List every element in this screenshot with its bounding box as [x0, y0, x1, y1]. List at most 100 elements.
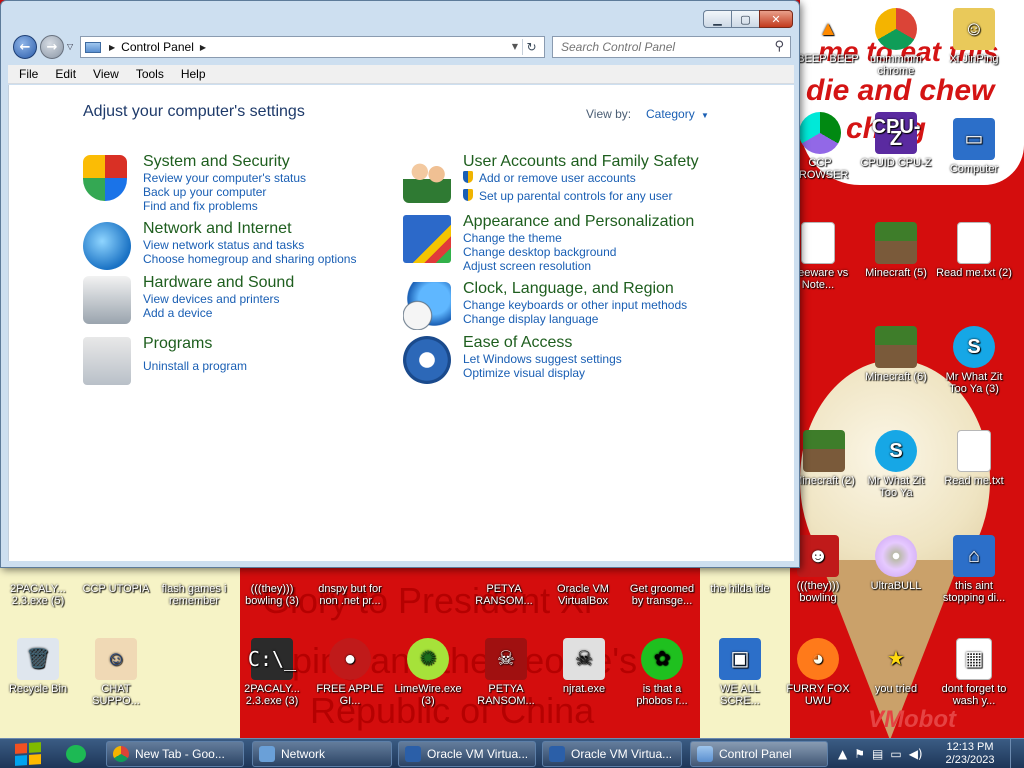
search-box[interactable]: ⚲: [552, 36, 791, 58]
menu-help[interactable]: Help: [181, 67, 206, 81]
shield-icon[interactable]: [83, 155, 127, 201]
category-title[interactable]: Appearance and Personalization: [463, 213, 694, 231]
menu-view[interactable]: View: [93, 67, 119, 81]
taskbar-button-control-panel[interactable]: Control Panel: [690, 741, 828, 767]
link-suggest-settings[interactable]: Let Windows suggest settings: [463, 352, 622, 366]
link-add-device[interactable]: Add a device: [143, 306, 212, 320]
desktop-icon[interactable]: ⌂ this aint stopping di...: [936, 535, 1012, 604]
desktop-icon-label-only[interactable]: Get groomed by transge...: [624, 583, 700, 607]
spotify-icon[interactable]: [66, 745, 86, 763]
desktop-icon[interactable]: ☺ CHAT SUPPO...: [78, 638, 154, 707]
desktop-icon[interactable]: S Mr What Zit Too Ya: [858, 430, 934, 499]
desktop-icon[interactable]: ☠ njrat.exe: [546, 638, 622, 695]
start-button[interactable]: [8, 740, 48, 768]
volume-icon[interactable]: ◀): [909, 747, 923, 761]
link-uninstall[interactable]: Uninstall a program: [143, 359, 247, 373]
link-screen-resolution[interactable]: Adjust screen resolution: [463, 259, 591, 273]
link-optimize-display[interactable]: Optimize visual display: [463, 366, 585, 380]
desktop-icon[interactable]: ● FREE APPLE GI...: [312, 638, 388, 707]
desktop-icon[interactable]: Read me.txt (2): [936, 222, 1012, 279]
globe-network-icon[interactable]: [83, 222, 131, 270]
monitor-paint-icon[interactable]: [403, 215, 451, 263]
clock-globe-icon[interactable]: [403, 282, 451, 330]
recent-pages-dropdown[interactable]: ▽: [67, 42, 73, 51]
minimize-button[interactable]: ▁: [703, 10, 731, 28]
address-bar[interactable]: ▶ Control Panel ▶ ▼ ↻: [80, 36, 545, 58]
desktop-icon-label-only[interactable]: Oracle VM VirtualBox: [545, 583, 621, 607]
maximize-button[interactable]: ▢: [731, 10, 759, 28]
desktop-icon-label-only[interactable]: CCP UTOPIA: [78, 583, 154, 595]
taskbar-button-virtualbox[interactable]: Oracle VM Virtua...: [542, 741, 682, 767]
taskbar-clock[interactable]: 12:13 PM 2/23/2023: [938, 741, 1002, 767]
window-titlebar[interactable]: ▁ ▢ ✕: [1, 1, 799, 31]
desktop-icon[interactable]: ▲ BEEP BEEP: [790, 8, 866, 65]
desktop-icon-label-only[interactable]: flash games i remember: [156, 583, 232, 607]
search-icon[interactable]: ⚲: [774, 39, 784, 54]
link-devices-printers[interactable]: View devices and printers: [143, 292, 280, 306]
network-tray-icon[interactable]: ▤: [872, 747, 883, 761]
menu-edit[interactable]: Edit: [55, 67, 76, 81]
taskbar-button-network[interactable]: Network: [252, 741, 392, 767]
desktop-icon[interactable]: ✿ is that a phobos r...: [624, 638, 700, 707]
desktop-icon[interactable]: S Mr What Zit Too Ya (3): [936, 326, 1012, 395]
view-by-dropdown[interactable]: Category ▼: [646, 107, 709, 121]
programs-icon[interactable]: [83, 337, 131, 385]
link-backup[interactable]: Back up your computer: [143, 185, 266, 199]
desktop-icon[interactable]: ▦ dont forget to wash y...: [936, 638, 1012, 707]
printer-icon[interactable]: [83, 276, 131, 324]
desktop-icon[interactable]: ✺ LimeWire.exe (3): [390, 638, 466, 707]
menu-file[interactable]: File: [19, 67, 38, 81]
category-title[interactable]: Hardware and Sound: [143, 274, 294, 292]
breadcrumb-control-panel[interactable]: Control Panel: [121, 40, 194, 54]
desktop-icon[interactable]: CPU-Z CPUID CPU-Z: [858, 112, 934, 169]
category-title[interactable]: Ease of Access: [463, 334, 572, 352]
desktop-icon[interactable]: ummmmm chrome: [858, 8, 934, 77]
category-title[interactable]: Network and Internet: [143, 220, 292, 238]
desktop-icon[interactable]: UltraBULL: [858, 535, 934, 592]
taskbar-button-virtualbox[interactable]: Oracle VM Virtua...: [398, 741, 536, 767]
category-title[interactable]: System and Security: [143, 153, 290, 171]
category-title[interactable]: Clock, Language, and Region: [463, 280, 674, 298]
desktop-icon[interactable]: ▭ Computer: [936, 118, 1012, 175]
desktop-icon[interactable]: ◕ FURRY FOX UWU: [780, 638, 856, 707]
link-review-status[interactable]: Review your computer's status: [143, 171, 306, 185]
flag-icon[interactable]: ⚑: [854, 747, 865, 761]
desktop-icon[interactable]: ☠ PETYA RANSOM...: [468, 638, 544, 707]
link-parental-controls[interactable]: Set up parental controls for any user: [463, 189, 672, 203]
refresh-icon[interactable]: ↻: [522, 39, 540, 55]
desktop-icon[interactable]: Minecraft (6): [858, 326, 934, 383]
ease-of-access-icon[interactable]: [403, 336, 451, 384]
link-homegroup[interactable]: Choose homegroup and sharing options: [143, 252, 356, 266]
chevron-right-icon[interactable]: ▶: [109, 43, 115, 52]
chevron-right-icon[interactable]: ▶: [200, 43, 206, 52]
users-icon[interactable]: [403, 155, 451, 203]
desktop-icon[interactable]: ★ you tried: [858, 638, 934, 695]
menu-tools[interactable]: Tools: [136, 67, 164, 81]
taskbar-button-chrome[interactable]: New Tab - Goo...: [106, 741, 244, 767]
category-title[interactable]: Programs: [143, 335, 212, 353]
desktop-icon[interactable]: ☺ Xi JinPing: [936, 8, 1012, 65]
back-button[interactable]: ←: [13, 35, 37, 59]
link-display-language[interactable]: Change display language: [463, 312, 598, 326]
desktop-icon-label-only[interactable]: dnspy but for non .net pr...: [312, 583, 388, 607]
desktop-icon-label-only[interactable]: PETYA RANSOM...: [466, 583, 542, 607]
desktop-icon-label-only[interactable]: (((they))) bowling (3): [234, 583, 310, 607]
desktop-icon-label-only[interactable]: 2PACALY... 2.3.exe (5): [0, 583, 76, 607]
desktop-icon[interactable]: Minecraft (5): [858, 222, 934, 279]
show-hidden-icons-icon[interactable]: ▲: [838, 747, 847, 761]
desktop-icon[interactable]: Read me.txt: [936, 430, 1012, 487]
address-dropdown-icon[interactable]: ▼: [512, 42, 518, 51]
category-title[interactable]: User Accounts and Family Safety: [463, 153, 699, 171]
desktop-icon-label-only[interactable]: the hilda ide: [702, 583, 778, 595]
link-network-status[interactable]: View network status and tasks: [143, 238, 304, 252]
link-keyboards[interactable]: Change keyboards or other input methods: [463, 298, 687, 312]
forward-button[interactable]: →: [40, 35, 64, 59]
show-desktop-button[interactable]: [1010, 739, 1024, 768]
search-input[interactable]: [561, 40, 761, 54]
desktop-icon[interactable]: C:\_ 2PACALY... 2.3.exe (3): [234, 638, 310, 707]
desktop-icon[interactable]: 🗑 Recycle Bin: [0, 638, 76, 695]
link-find-fix[interactable]: Find and fix problems: [143, 199, 258, 213]
desktop-icon[interactable]: ▣ WE ALL SCRE...: [702, 638, 778, 707]
display-tray-icon[interactable]: ▭: [890, 747, 901, 761]
link-add-remove-accounts[interactable]: Add or remove user accounts: [463, 171, 636, 185]
